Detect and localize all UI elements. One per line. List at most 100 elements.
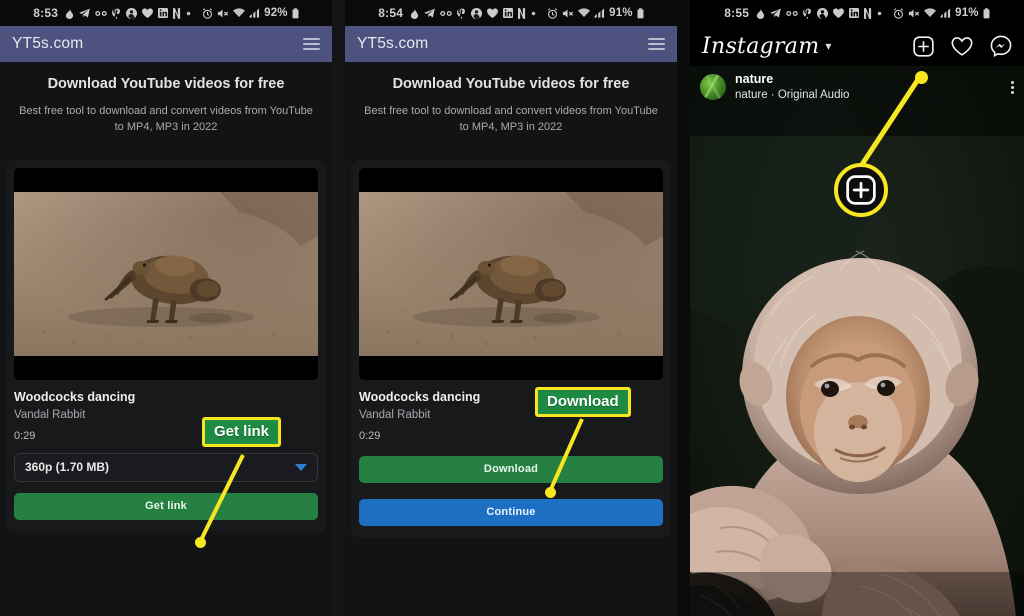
continue-button[interactable]: Continue (359, 498, 663, 526)
signal-icon (249, 8, 260, 18)
chevron-down-icon[interactable]: ▾ (825, 39, 831, 53)
dot-icon (531, 11, 536, 16)
post-account-name[interactable]: nature (735, 72, 849, 88)
mute-icon (562, 8, 574, 19)
woodcock-scene (359, 191, 663, 356)
callout-endpoint-dot-3 (915, 71, 928, 84)
status-right-group: 92% (202, 7, 299, 19)
post-image[interactable] (690, 66, 1024, 616)
user-icon (126, 7, 138, 19)
instagram-logo: Instagram (702, 33, 820, 59)
hero-section-2: Download YouTube videos for free Best fr… (345, 62, 677, 152)
linkedin-icon (158, 8, 169, 18)
yt5s-header-1: YT5s.com (0, 26, 332, 62)
phone-screenshot-1: 8:53 92% YT5s.com Download YouTube video… (0, 0, 332, 616)
fire-icon (410, 7, 419, 19)
video-card-1: Woodcocks dancing Vandal Rabbit 0:29 360… (6, 159, 326, 532)
more-options-icon[interactable] (1011, 80, 1014, 94)
panel-divider-2 (677, 0, 690, 616)
phone-screenshot-3: 8:55 91% Instagram ▾ nature nature · Ori… (690, 0, 1024, 616)
screenshot-stage: 8:53 92% YT5s.com Download YouTube video… (0, 0, 1024, 616)
battery-percent: 91% (955, 7, 979, 19)
fire-icon (65, 7, 74, 19)
alarm-icon (202, 7, 213, 19)
callout-endpoint-dot-1 (195, 537, 206, 548)
battery-percent: 92% (264, 7, 288, 19)
alarm-icon (893, 7, 904, 19)
status-time: 8:54 (378, 6, 404, 20)
linkedin-icon (503, 8, 514, 18)
video-card-2: Woodcocks dancing Vandal Rabbit 0:29 Dow… (351, 159, 671, 538)
hero-section-1: Download YouTube videos for free Best fr… (0, 62, 332, 152)
netflix-icon (864, 7, 872, 19)
heart-icon (487, 8, 499, 18)
avatar[interactable] (700, 74, 726, 100)
download-button[interactable]: Download (359, 455, 663, 483)
pinterest-icon (112, 7, 121, 19)
plus-square-icon (846, 175, 876, 205)
instagram-header: Instagram ▾ (690, 26, 1024, 66)
hamburger-icon[interactable] (648, 38, 665, 50)
video-thumbnail[interactable] (14, 167, 318, 380)
hamburger-icon[interactable] (303, 38, 320, 50)
quality-select[interactable]: 360p (1.70 MB) (14, 452, 318, 482)
netflix-icon (173, 7, 181, 19)
user-icon (471, 7, 483, 19)
user-icon (817, 7, 829, 19)
instagram-post: nature nature · Original Audio (690, 66, 1024, 616)
post-meta: nature nature · Original Audio (735, 72, 849, 102)
telegram-icon (424, 8, 435, 18)
status-bar-3: 8:55 91% (690, 0, 1024, 26)
phone-screenshot-2: 8:54 91% YT5s.com Download YouTube video… (345, 0, 677, 616)
dot-icon (186, 11, 191, 16)
woodcock-scene (14, 191, 318, 356)
pinterest-icon (457, 7, 466, 19)
battery-icon (983, 7, 990, 19)
wifi-icon (924, 8, 937, 18)
linkedin-icon (849, 8, 860, 18)
telegram-icon (79, 8, 90, 18)
wifi-icon (233, 8, 246, 18)
get-link-button[interactable]: Get link (14, 492, 318, 520)
dot-icon (877, 11, 882, 16)
status-time: 8:53 (33, 6, 59, 20)
mute-icon (908, 8, 920, 19)
chevron-down-icon (295, 463, 307, 471)
mute-icon (217, 8, 229, 19)
callout-download: Download (535, 387, 631, 417)
signal-icon (940, 8, 951, 18)
status-bar-1: 8:53 92% (0, 0, 332, 26)
video-thumbnail[interactable] (359, 167, 663, 380)
heart-icon (833, 8, 845, 18)
plus-square-icon[interactable] (913, 35, 934, 57)
battery-icon (637, 7, 644, 19)
site-brand[interactable]: YT5s.com (12, 35, 83, 53)
callout-endpoint-dot-2 (545, 487, 556, 498)
page-subtitle: Best free tool to download and convert v… (19, 105, 313, 133)
infinity-icon (786, 10, 798, 17)
battery-icon (292, 7, 299, 19)
heart-icon[interactable] (951, 36, 973, 57)
heart-icon (142, 8, 154, 18)
site-brand[interactable]: YT5s.com (357, 35, 428, 53)
telegram-icon (770, 8, 781, 18)
video-title: Woodcocks dancing (14, 389, 136, 404)
video-duration: 0:29 (359, 429, 381, 442)
infinity-icon (95, 10, 107, 17)
page-title: Download YouTube videos for free (392, 76, 630, 92)
callout-get-link: Get link (202, 417, 282, 447)
page-title: Download YouTube videos for free (47, 76, 285, 92)
messenger-icon[interactable] (990, 35, 1012, 57)
quality-select-value: 360p (1.70 MB) (25, 460, 110, 475)
pinterest-icon (803, 7, 812, 19)
status-bar-2: 8:54 91% (345, 0, 677, 26)
infinity-icon (440, 10, 452, 17)
battery-percent: 91% (609, 7, 633, 19)
status-time: 8:55 (724, 6, 750, 20)
fire-icon (756, 7, 765, 19)
instagram-header-actions (913, 35, 1012, 57)
panel-divider-1 (332, 0, 345, 616)
status-right-group: 91% (547, 7, 644, 19)
post-audio-label[interactable]: nature · Original Audio (735, 88, 849, 102)
page-subtitle: Best free tool to download and convert v… (364, 105, 658, 133)
